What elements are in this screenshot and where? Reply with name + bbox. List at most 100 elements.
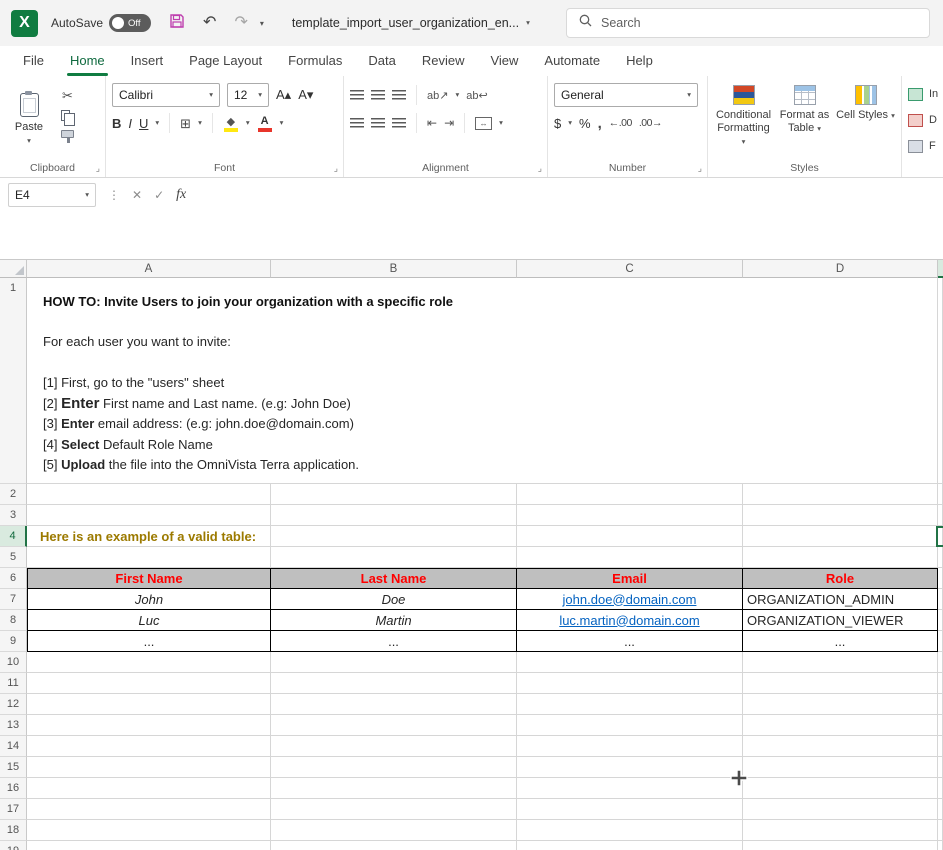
- cell[interactable]: [938, 715, 943, 736]
- cell[interactable]: [743, 778, 938, 799]
- table-cell[interactable]: ORGANIZATION_VIEWER: [743, 610, 938, 631]
- comma-format-icon[interactable]: ,: [598, 115, 602, 132]
- orientation-icon[interactable]: ab↗: [427, 89, 448, 102]
- table-cell[interactable]: Luc: [27, 610, 271, 631]
- align-bottom-icon[interactable]: [392, 90, 406, 100]
- cell[interactable]: [743, 799, 938, 820]
- name-box[interactable]: ▾: [8, 183, 96, 207]
- cell[interactable]: [743, 715, 938, 736]
- column-header-C[interactable]: C: [517, 260, 743, 278]
- cell[interactable]: [938, 484, 943, 505]
- cell[interactable]: [517, 484, 743, 505]
- menu-tab-formulas[interactable]: Formulas: [275, 46, 355, 76]
- cell[interactable]: [271, 757, 517, 778]
- row-header-9[interactable]: 9: [0, 631, 27, 652]
- menu-tab-review[interactable]: Review: [409, 46, 478, 76]
- row-header-6[interactable]: 6: [0, 568, 27, 589]
- cell[interactable]: [938, 547, 943, 568]
- selected-cell-E4[interactable]: [936, 526, 943, 547]
- row-header-15[interactable]: 15: [0, 757, 27, 778]
- cut-icon[interactable]: ✂: [61, 89, 74, 102]
- align-left-icon[interactable]: [350, 118, 364, 128]
- font-name-combo[interactable]: Calibri ▾: [112, 83, 220, 107]
- cell[interactable]: [271, 694, 517, 715]
- insert-function-icon[interactable]: fx: [176, 188, 186, 202]
- cell[interactable]: [938, 278, 943, 484]
- row-header-14[interactable]: 14: [0, 736, 27, 757]
- table-header-email[interactable]: Email: [517, 568, 743, 589]
- name-box-input[interactable]: [15, 188, 67, 202]
- cell-styles-button[interactable]: Cell Styles ▾: [836, 81, 895, 122]
- row-header-11[interactable]: 11: [0, 673, 27, 694]
- cell[interactable]: [271, 778, 517, 799]
- cell[interactable]: [743, 526, 938, 547]
- cell[interactable]: [27, 757, 271, 778]
- chevron-down-icon[interactable]: ▾: [499, 119, 503, 127]
- table-cell[interactable]: Martin: [271, 610, 517, 631]
- font-color-icon[interactable]: A: [257, 115, 273, 132]
- row-header-2[interactable]: 2: [0, 484, 27, 505]
- number-format-combo[interactable]: General ▾: [554, 83, 698, 107]
- cell[interactable]: [938, 799, 943, 820]
- cell[interactable]: [517, 715, 743, 736]
- search-input[interactable]: [601, 16, 891, 30]
- cell[interactable]: [27, 547, 271, 568]
- cell[interactable]: [938, 631, 943, 652]
- cell[interactable]: [517, 526, 743, 547]
- cell[interactable]: [938, 568, 943, 589]
- redo-icon[interactable]: ↷: [234, 15, 247, 31]
- cell[interactable]: [938, 841, 943, 850]
- insert-cells-button[interactable]: In: [908, 81, 943, 107]
- column-header-B[interactable]: B: [271, 260, 517, 278]
- cell[interactable]: [938, 778, 943, 799]
- row-header-5[interactable]: 5: [0, 547, 27, 568]
- align-center-icon[interactable]: [371, 118, 385, 128]
- increase-decimal-icon[interactable]: ←.00: [609, 117, 632, 129]
- cell[interactable]: [27, 505, 271, 526]
- align-right-icon[interactable]: [392, 118, 406, 128]
- chevron-down-icon[interactable]: ▾: [246, 119, 250, 127]
- copy-icon[interactable]: [61, 110, 70, 121]
- excel-logo-icon[interactable]: X: [11, 10, 38, 37]
- row-header-13[interactable]: 13: [0, 715, 27, 736]
- select-all-corner[interactable]: [0, 260, 27, 278]
- row-header-8[interactable]: 8: [0, 610, 27, 631]
- font-dialog-launcher-icon[interactable]: ⌟: [334, 164, 338, 173]
- chevron-down-icon[interactable]: ▾: [198, 119, 202, 127]
- cell[interactable]: [938, 505, 943, 526]
- increase-indent-icon[interactable]: ⇥: [444, 116, 454, 130]
- table-header-role[interactable]: Role: [743, 568, 938, 589]
- cell[interactable]: [271, 715, 517, 736]
- search-box[interactable]: [566, 8, 930, 38]
- enter-icon[interactable]: ✓: [154, 189, 164, 201]
- row-header-12[interactable]: 12: [0, 694, 27, 715]
- cell[interactable]: [27, 694, 271, 715]
- table-cell[interactable]: john.doe@domain.com: [517, 589, 743, 610]
- row-header-3[interactable]: 3: [0, 505, 27, 526]
- cell[interactable]: [27, 778, 271, 799]
- cell[interactable]: [938, 757, 943, 778]
- delete-cells-button[interactable]: D: [908, 107, 943, 133]
- conditional-formatting-button[interactable]: Conditional Formatting ▾: [714, 81, 773, 148]
- cell[interactable]: [938, 610, 943, 631]
- cell[interactable]: [938, 694, 943, 715]
- cell[interactable]: [27, 673, 271, 694]
- cell[interactable]: [27, 736, 271, 757]
- menu-tab-help[interactable]: Help: [613, 46, 666, 76]
- cell[interactable]: [938, 736, 943, 757]
- decrease-font-size-icon[interactable]: A▾: [298, 87, 313, 103]
- chevron-down-icon[interactable]: ▾: [280, 119, 284, 127]
- cell[interactable]: [743, 673, 938, 694]
- italic-button[interactable]: I: [128, 116, 132, 131]
- format-painter-icon[interactable]: [61, 130, 74, 138]
- table-cell[interactable]: ...: [27, 631, 271, 652]
- menu-tab-home[interactable]: Home: [57, 46, 118, 76]
- cell[interactable]: [517, 694, 743, 715]
- chevron-down-icon[interactable]: ▾: [155, 119, 159, 127]
- cell[interactable]: [517, 547, 743, 568]
- cell[interactable]: [271, 820, 517, 841]
- align-middle-icon[interactable]: [371, 90, 385, 100]
- menu-tab-data[interactable]: Data: [355, 46, 408, 76]
- table-cell[interactable]: ...: [271, 631, 517, 652]
- cell[interactable]: [743, 820, 938, 841]
